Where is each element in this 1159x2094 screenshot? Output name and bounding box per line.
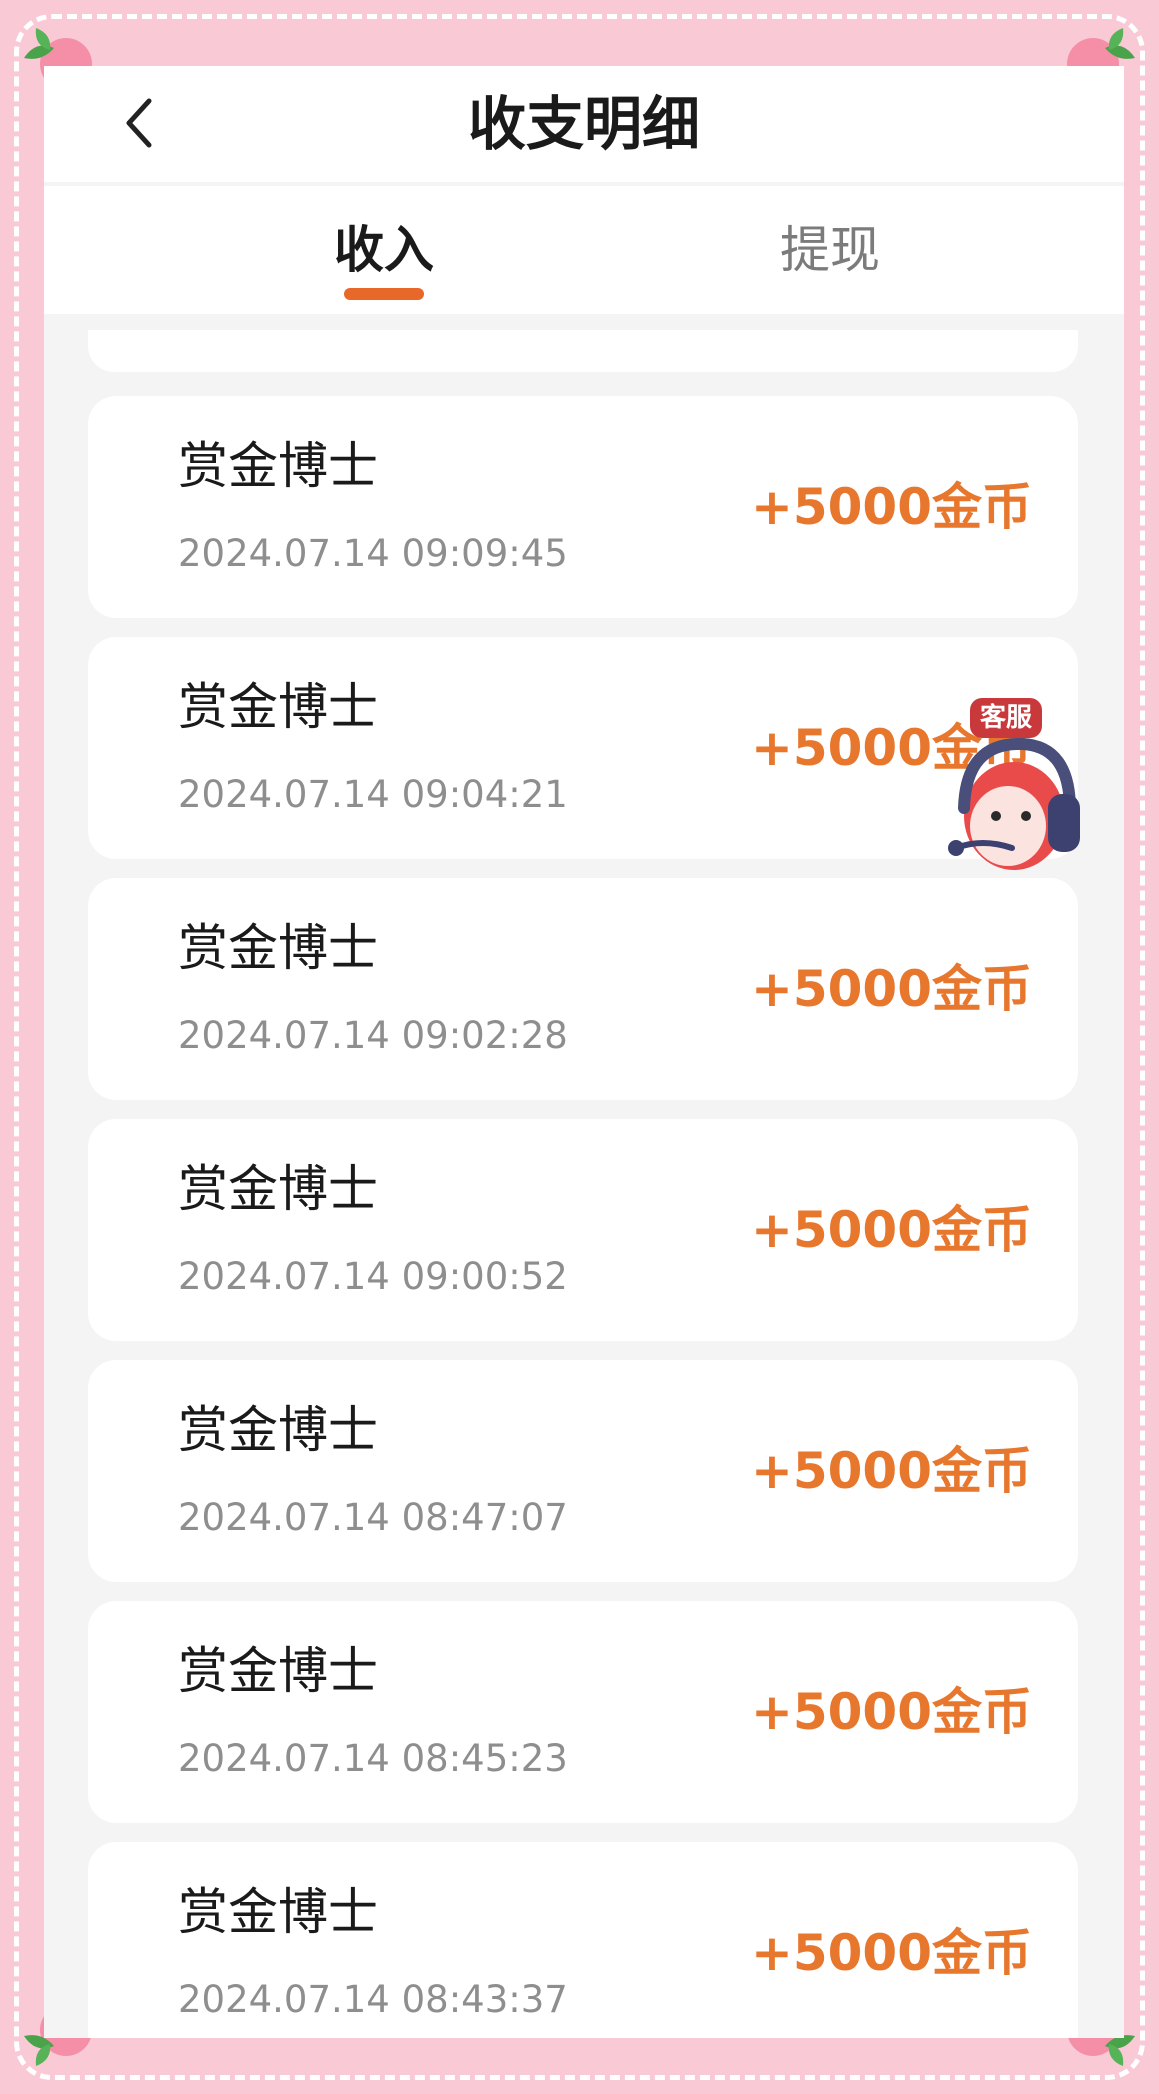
record-amount: +5000金币: [750, 1683, 1032, 1741]
record-time: 2024.07.14 08:47:07: [178, 1496, 568, 1539]
page-title: 收支明细: [467, 90, 700, 158]
tab-income-label: 收入: [334, 221, 434, 279]
record-time: 2024.07.14 09:02:28: [178, 1014, 568, 1057]
tab-withdraw-label: 提现: [780, 221, 880, 279]
record-amount: +5000金币: [750, 1924, 1032, 1982]
record-title: 赏金博士: [178, 1883, 378, 1941]
list-item-partial: [88, 330, 1078, 372]
tab-bar: 收入 提现: [44, 186, 1124, 314]
app-screen: 收支明细 收入 提现 赏金博士 2024.07.14 09:09:45 +500…: [44, 66, 1124, 2038]
list-item[interactable]: 赏金博士 2024.07.14 09:02:28 +5000金币: [88, 878, 1078, 1100]
record-amount: +5000金币: [750, 1442, 1032, 1500]
list-item[interactable]: 赏金博士 2024.07.14 08:47:07 +5000金币: [88, 1360, 1078, 1582]
record-time: 2024.07.14 08:45:23: [178, 1737, 568, 1780]
list-item[interactable]: 赏金博士 2024.07.14 08:43:37 +5000金币: [88, 1842, 1078, 2038]
record-title: 赏金博士: [178, 678, 378, 736]
record-time: 2024.07.14 08:43:37: [178, 1978, 568, 2021]
list-item[interactable]: 赏金博士 2024.07.14 09:04:21 +5000金币: [88, 637, 1078, 859]
record-amount: +5000金币: [750, 1201, 1032, 1259]
record-amount: +5000金币: [750, 960, 1032, 1018]
record-time: 2024.07.14 09:04:21: [178, 773, 568, 816]
list-item[interactable]: 赏金博士 2024.07.14 09:00:52 +5000金币: [88, 1119, 1078, 1341]
customer-service-label: 客服: [970, 698, 1043, 738]
list-item[interactable]: 赏金博士 2024.07.14 09:09:45 +5000金币: [88, 396, 1078, 618]
record-title: 赏金博士: [178, 919, 378, 977]
record-title: 赏金博士: [178, 1160, 378, 1218]
record-title: 赏金博士: [178, 1642, 378, 1700]
tab-income[interactable]: 收入: [234, 186, 534, 314]
record-title: 赏金博士: [178, 1401, 378, 1459]
tab-withdraw[interactable]: 提现: [680, 186, 980, 314]
record-time: 2024.07.14 09:00:52: [178, 1255, 568, 1298]
customer-service-button[interactable]: 客服: [942, 698, 1092, 908]
active-tab-indicator: [344, 288, 424, 300]
record-time: 2024.07.14 09:09:45: [178, 532, 568, 575]
record-amount: +5000金币: [750, 478, 1032, 536]
record-title: 赏金博士: [178, 437, 378, 495]
list-item[interactable]: 赏金博士 2024.07.14 08:45:23 +5000金币: [88, 1601, 1078, 1823]
navigation-bar: 收支明细: [44, 66, 1124, 182]
